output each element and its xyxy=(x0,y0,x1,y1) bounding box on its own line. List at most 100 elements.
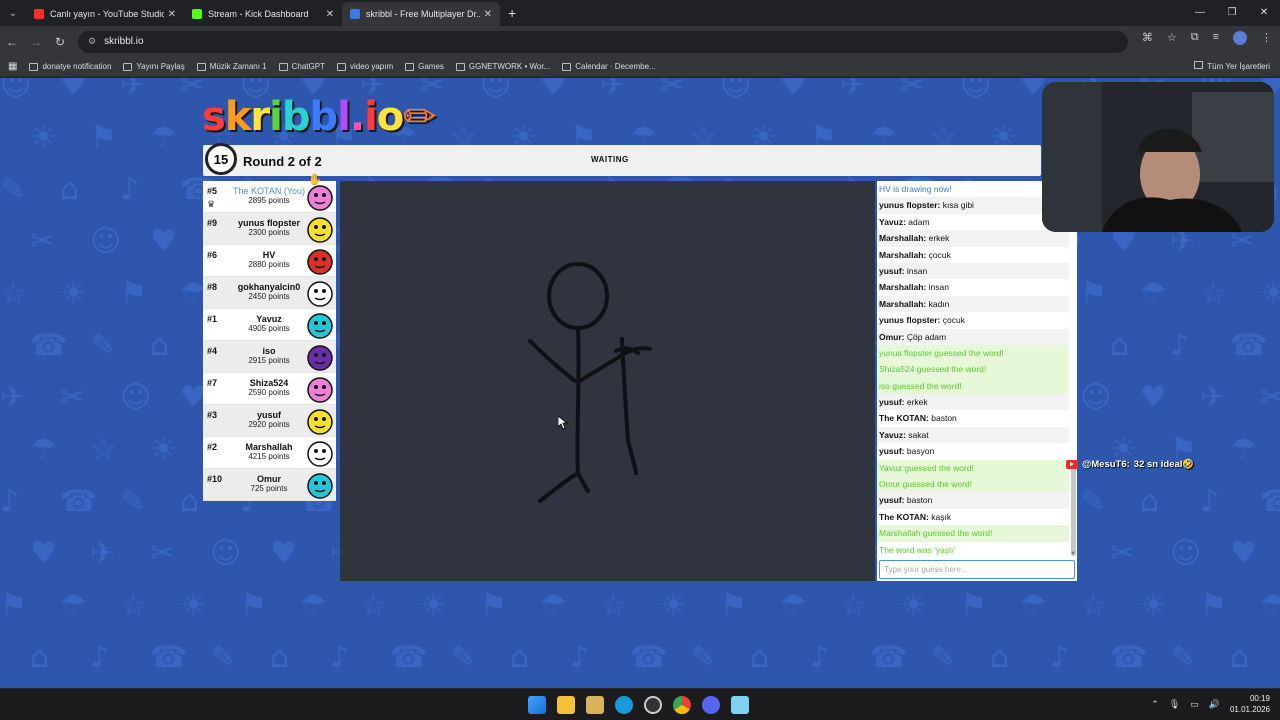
browser-tab[interactable]: Stream - Kick Dashboard ✕ xyxy=(184,2,342,26)
doodle-icon: ✎ xyxy=(0,172,26,207)
player-name: HV xyxy=(262,250,276,260)
bookmark-item[interactable]: video yapım xyxy=(336,62,393,71)
tab-close-icon[interactable]: ✕ xyxy=(484,9,492,20)
doodle-icon: ⌂ xyxy=(180,484,200,519)
site-info-icon[interactable]: ⚙ xyxy=(88,36,96,47)
browser-tab[interactable]: skribbl - Free Multiplayer Dr... ✕ xyxy=(342,2,500,26)
tab-favicon-icon xyxy=(192,9,202,19)
chrome-icon[interactable] xyxy=(673,696,691,714)
translate-icon[interactable]: ⌘ xyxy=(1142,31,1153,45)
player-row[interactable]: #7 Shiza524 2590 points xyxy=(203,373,336,405)
chat-panel: HV is drawing now! yunus flopster: kısa g… xyxy=(877,181,1077,581)
apps-icon[interactable]: ▦ xyxy=(8,61,17,72)
browser-menu-icon[interactable]: ⋮ xyxy=(1261,31,1272,45)
tab-search-icon[interactable]: ⌄ xyxy=(0,0,26,26)
doodle-icon: ♪ xyxy=(1200,484,1220,519)
maximize-icon[interactable]: ❐ xyxy=(1216,0,1248,26)
doodle-icon: ☆ xyxy=(360,588,387,623)
app-icon[interactable] xyxy=(586,696,604,714)
doodle-icon: ♥ xyxy=(540,78,567,103)
chat-text: kısa gibi xyxy=(940,200,974,211)
bookmark-item[interactable]: ChatGPT xyxy=(278,62,325,71)
close-window-icon[interactable]: ✕ xyxy=(1248,0,1280,26)
scroll-down-icon[interactable]: ▼ xyxy=(1070,551,1076,557)
profile-avatar[interactable] xyxy=(1233,31,1247,45)
notepad-icon[interactable] xyxy=(731,696,749,714)
tab-close-icon[interactable]: ✕ xyxy=(168,9,176,20)
doodle-icon: ⌂ xyxy=(1110,328,1130,363)
player-points: 4215 points xyxy=(248,452,290,461)
guess-input[interactable] xyxy=(879,560,1075,579)
bookmark-icon xyxy=(278,62,288,71)
player-rank: #1 xyxy=(207,314,218,324)
chat-text: kaşık xyxy=(928,511,952,522)
player-row[interactable]: #4 iso 2915 points xyxy=(203,341,336,373)
new-tab-button[interactable]: + xyxy=(508,5,516,21)
tab-close-icon[interactable]: ✕ xyxy=(326,9,334,20)
doodle-icon: ✂ xyxy=(1110,536,1136,571)
microphone-icon[interactable]: 🎙 xyxy=(1169,699,1180,710)
all-bookmarks[interactable]: Tüm Yer İşaretleri xyxy=(1194,61,1270,71)
system-clock[interactable]: 00:19 01.01.2026 xyxy=(1230,693,1270,715)
bookmarks-bar: ▦ donatye notification Yayını Paylaş Müzik… xyxy=(0,57,1280,77)
browser-tab[interactable]: Canlı yayın - YouTube Studio ✕ xyxy=(26,2,184,26)
start-icon[interactable] xyxy=(528,696,546,714)
obs-icon[interactable] xyxy=(644,696,662,714)
player-row[interactable]: #5 ♛ The KOTAN (You) 2895 points ✋ xyxy=(203,174,336,213)
bookmark-item[interactable]: Müzik Zamanı 1 xyxy=(196,62,267,71)
player-row[interactable]: #10 Omur 725 points xyxy=(203,469,336,501)
chat-text: erkek xyxy=(926,233,950,244)
monitor-icon[interactable]: ▭ xyxy=(1190,699,1199,710)
player-name: Yavuz xyxy=(256,314,282,324)
volume-icon[interactable]: 🔊 xyxy=(1209,699,1220,710)
browser-tab-bar: ⌄ Canlı yayın - YouTube Studio ✕ Stream - … xyxy=(0,0,1280,26)
forward-icon[interactable]: → xyxy=(24,35,48,49)
extensions-icon[interactable]: ⧉ xyxy=(1191,31,1199,45)
media-icon[interactable]: ≡ xyxy=(1213,31,1219,45)
chat-text: sakat xyxy=(905,429,929,440)
bookmark-icon xyxy=(455,62,465,71)
player-row[interactable]: #9 yunus flopster 2300 points xyxy=(203,213,336,245)
chat-message: yusuf: baston xyxy=(877,492,1069,509)
doodle-icon: ✎ xyxy=(1170,640,1196,675)
edge-icon[interactable] xyxy=(615,696,633,714)
back-icon[interactable]: ← xyxy=(0,35,24,49)
drawing-canvas[interactable] xyxy=(340,181,875,581)
chat-messages: HV is drawing now! yunus flopster: kısa g… xyxy=(877,181,1069,556)
bookmark-item[interactable]: Calendar · Decembe... xyxy=(562,62,656,71)
bookmark-item[interactable]: donatye notification xyxy=(29,62,111,71)
bookmark-item[interactable]: GGNETWORK • Wor... xyxy=(455,62,550,71)
bookmark-item[interactable]: Yayını Paylaş xyxy=(123,62,185,71)
doodle-icon: ⌂ xyxy=(510,640,530,675)
chat-text: iso guessed the word! xyxy=(879,380,962,391)
discord-icon[interactable] xyxy=(702,696,720,714)
chat-scrollbar[interactable] xyxy=(1071,461,1076,556)
bookmark-icon xyxy=(405,62,415,71)
chat-user: The KOTAN: xyxy=(879,413,929,424)
player-row[interactable]: #8 gokhanyalcin0 2450 points xyxy=(203,277,336,309)
player-avatar xyxy=(307,473,333,499)
chat-message: Omur: Çöp adam xyxy=(877,328,1069,345)
file-explorer-icon[interactable] xyxy=(557,696,575,714)
player-row[interactable]: #3 yusuf 2920 points xyxy=(203,405,336,437)
doodle-icon: ⚑ xyxy=(0,588,27,623)
bookmark-icon xyxy=(562,62,572,71)
tray-chevron-icon[interactable]: ⌃ xyxy=(1151,699,1159,710)
minimize-icon[interactable]: — xyxy=(1184,0,1216,26)
chat-message: yunus flopster: çocuk xyxy=(877,312,1069,328)
player-row[interactable]: #1 Yavuz 4905 points xyxy=(203,309,336,341)
doodle-icon: ☀ xyxy=(1140,588,1167,623)
player-list: #5 ♛ The KOTAN (You) 2895 points ✋ #9 yunus fl… xyxy=(203,174,336,501)
comment-text: 32 sn ideal🤣 xyxy=(1133,459,1195,470)
doodle-icon: ♪ xyxy=(0,484,20,519)
bookmark-star-icon[interactable]: ☆ xyxy=(1167,31,1177,45)
player-row[interactable]: #6 HV 2880 points xyxy=(203,245,336,277)
url-field[interactable]: ⚙ skribbl.io xyxy=(78,30,1128,53)
doodle-icon: ⚑ xyxy=(720,588,747,623)
player-row[interactable]: #2 Marshallah 4215 points xyxy=(203,437,336,469)
bookmark-item[interactable]: Games xyxy=(405,62,444,71)
doodle-icon: ⚑ xyxy=(90,120,117,155)
doodle-icon: ☆ xyxy=(600,588,627,623)
tab-favicon-icon xyxy=(350,9,360,19)
reload-icon[interactable]: ↻ xyxy=(48,35,72,49)
